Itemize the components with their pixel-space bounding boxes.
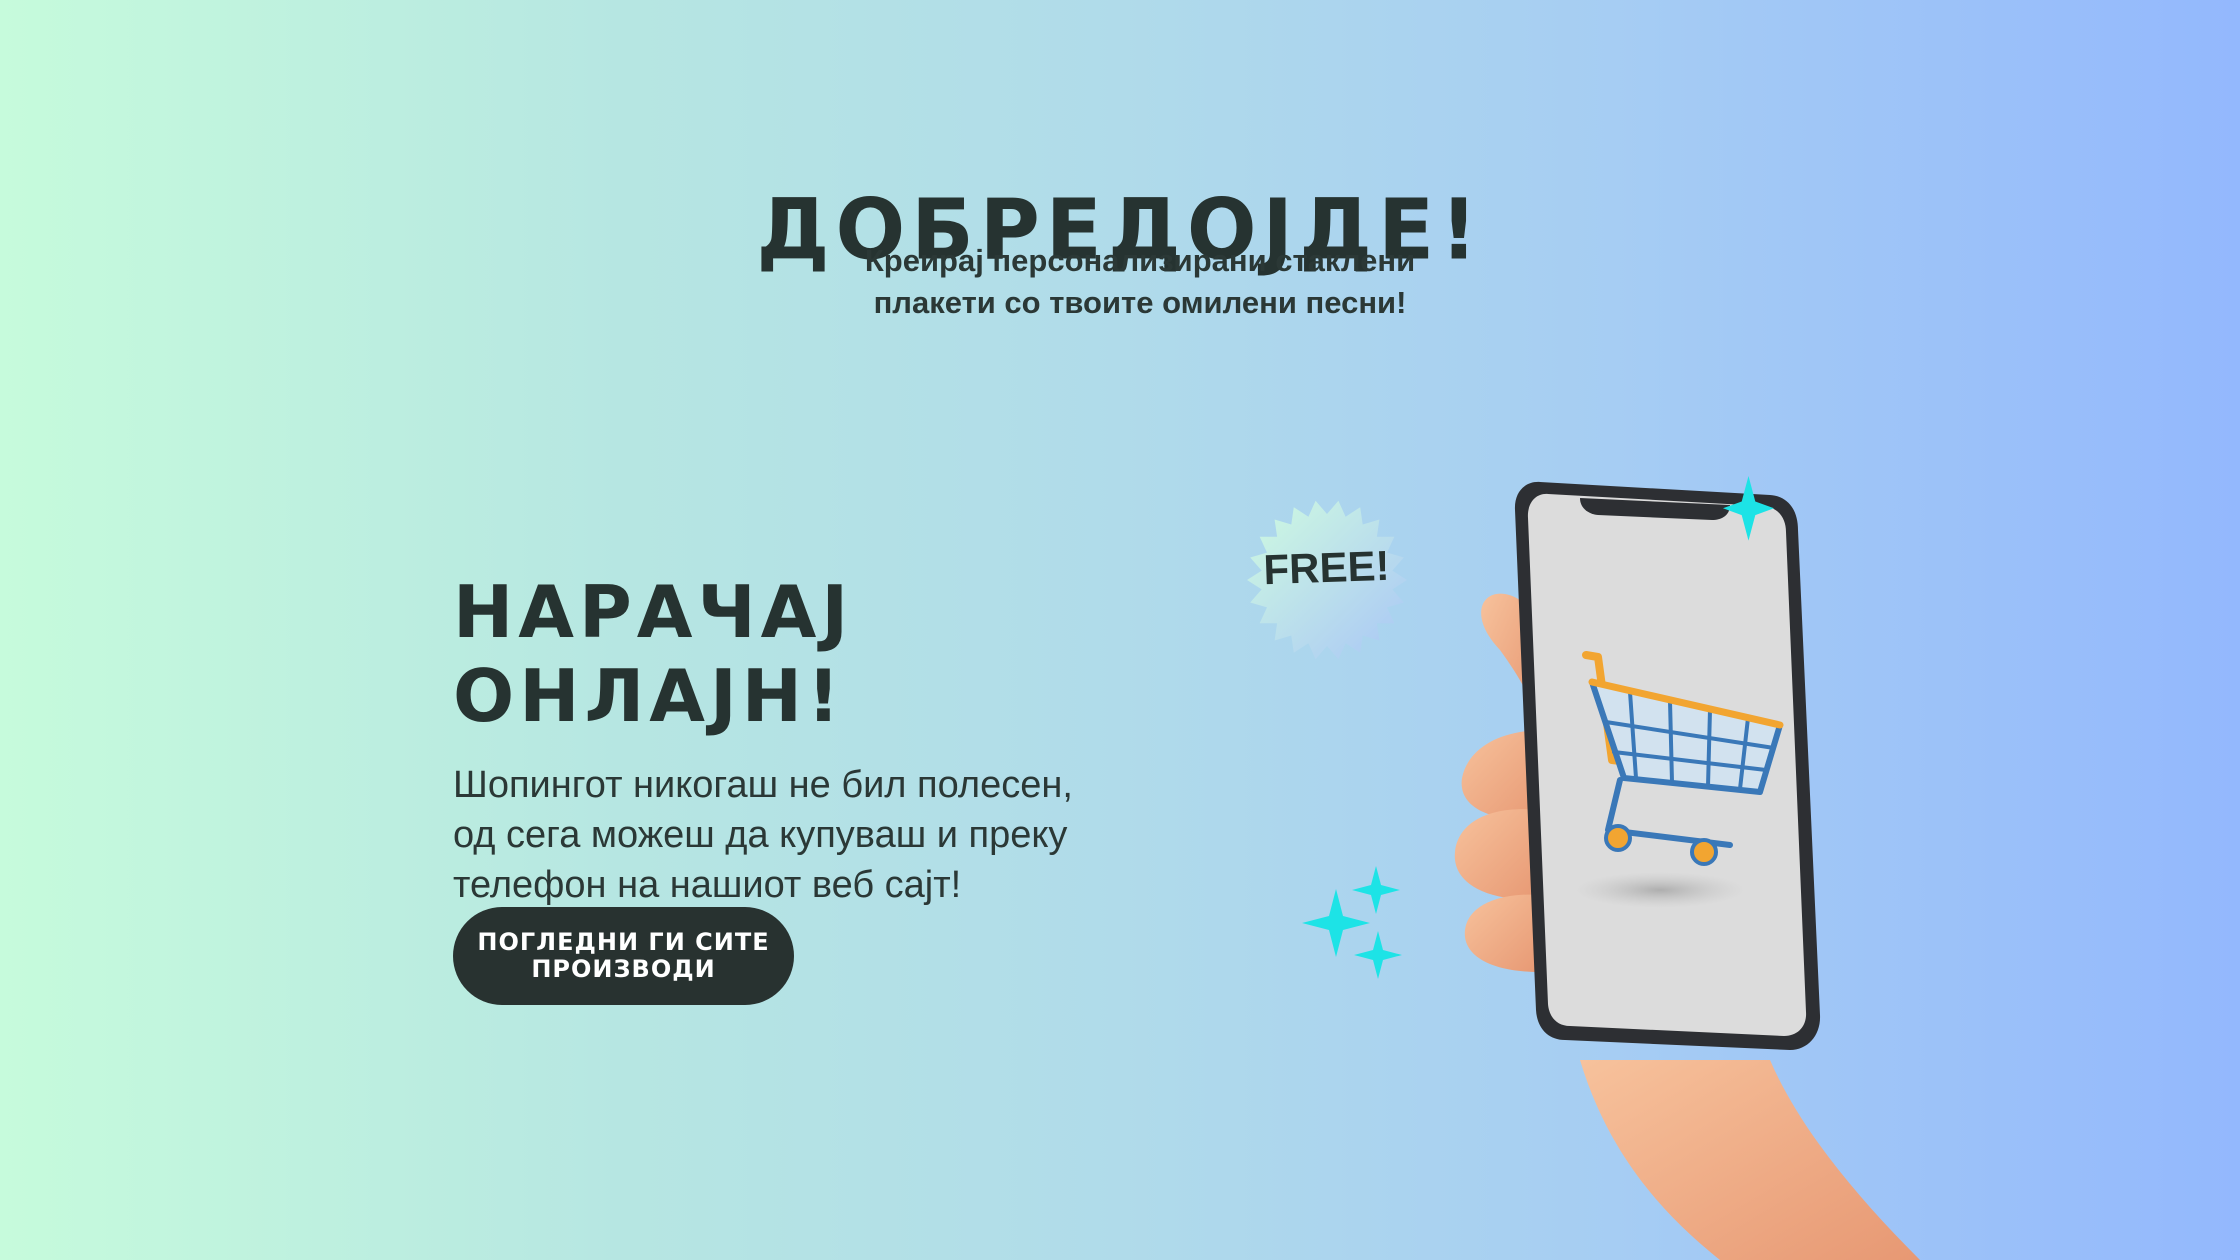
order-online-heading-line-2: ОНЛАЈН! xyxy=(453,653,845,738)
order-online-heading: НАРАЧАЈ ОНЛАЈН! xyxy=(453,570,853,738)
promo-description-line-1: Шопингот никогаш не бил полесен, xyxy=(453,764,1073,806)
phone-hand-illustration: FREE! xyxy=(1247,476,1920,1260)
promo-description-line-2: од сега можеш да купуваш и преку xyxy=(453,814,1068,856)
cta-label-line-1: ПОГЛЕДНИ ГИ СИТЕ xyxy=(477,928,770,956)
tagline: Креирај персонализирани стаклени плакети… xyxy=(820,240,1460,324)
promo-description-line-3: телефон на нашиот веб сајт! xyxy=(453,864,962,906)
free-badge: FREE! xyxy=(1247,500,1407,660)
tagline-line-1: Креирај персонализирани стаклени xyxy=(864,243,1416,278)
tagline-line-2: плакети со твоите омилени песни! xyxy=(873,285,1407,320)
free-badge-label: FREE! xyxy=(1263,542,1391,593)
view-all-products-label: ПОГЛЕДНИ ГИ СИТЕ ПРОИЗВОДИ xyxy=(477,929,769,983)
view-all-products-button[interactable]: ПОГЛЕДНИ ГИ СИТЕ ПРОИЗВОДИ xyxy=(453,907,794,1005)
cta-label-line-2: ПРОИЗВОДИ xyxy=(531,955,716,983)
promo-description: Шопингот никогаш не бил полесен, од сега… xyxy=(453,760,1173,910)
order-online-heading-line-1: НАРАЧАЈ xyxy=(453,569,854,654)
